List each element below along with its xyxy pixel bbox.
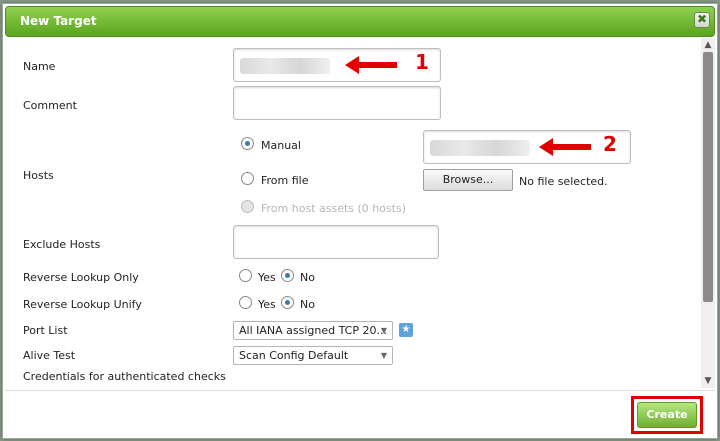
name-input[interactable] (233, 48, 441, 82)
name-label: Name (23, 60, 56, 73)
port-list-value: All IANA assigned TCP 20... (239, 324, 387, 337)
annotation-arrow-2 (539, 138, 591, 156)
dialog-content: Name 1 Comment Hosts Manual 2 From file … (5, 38, 699, 388)
chevron-down-icon: ▼ (380, 351, 387, 360)
comment-label: Comment (23, 99, 77, 112)
reverse-lookup-unify-label: Reverse Lookup Unify (23, 298, 142, 311)
dialog-title: New Target (20, 14, 97, 28)
reverse-lookup-unify-no-label: No (300, 298, 315, 311)
alive-test-label: Alive Test (23, 349, 76, 362)
redacted-name-value (240, 58, 330, 74)
close-icon[interactable]: ✖ (694, 12, 710, 28)
new-target-dialog: New Target ✖ Name 1 Comment Hosts Manual… (2, 3, 718, 439)
hosts-label: Hosts (23, 169, 54, 182)
hosts-manual-label: Manual (261, 139, 301, 152)
scroll-down-icon[interactable]: ▼ (701, 374, 715, 388)
hosts-from-assets-label: From host assets (0 hosts) (261, 202, 407, 215)
hosts-from-file-label: From file (261, 174, 309, 187)
reverse-lookup-only-yes-radio[interactable] (239, 269, 252, 282)
exclude-hosts-label: Exclude Hosts (23, 238, 101, 251)
reverse-lookup-unify-yes-label: Yes (258, 298, 276, 311)
reverse-lookup-only-label: Reverse Lookup Only (23, 271, 139, 284)
scroll-thumb[interactable] (703, 52, 713, 302)
dialog-scrollbar[interactable]: ▲ ▼ (701, 38, 715, 388)
port-list-label: Port List (23, 324, 68, 337)
chevron-down-icon: ▼ (380, 326, 387, 335)
reverse-lookup-only-yes-label: Yes (258, 271, 276, 284)
hosts-from-file-radio[interactable] (241, 172, 254, 185)
comment-input[interactable] (233, 86, 441, 120)
no-file-selected-text: No file selected. (519, 175, 608, 188)
hosts-manual-radio[interactable] (241, 137, 254, 150)
scroll-up-icon[interactable]: ▲ (701, 38, 715, 52)
reverse-lookup-only-no-radio[interactable] (281, 269, 294, 282)
dialog-titlebar[interactable]: New Target ✖ (5, 6, 715, 37)
reverse-lookup-unify-yes-radio[interactable] (239, 296, 252, 309)
alive-test-value: Scan Config Default (239, 349, 349, 362)
browse-button[interactable]: Browse... (423, 169, 513, 191)
redacted-hosts-value (430, 140, 530, 156)
annotation-arrow-1 (345, 56, 397, 74)
annotation-number-2: 2 (603, 132, 617, 156)
create-button[interactable]: Create (637, 402, 697, 428)
alive-test-select[interactable]: Scan Config Default ▼ (233, 346, 393, 365)
port-list-select[interactable]: All IANA assigned TCP 20... ▼ (233, 321, 393, 340)
reverse-lookup-only-no-label: No (300, 271, 315, 284)
hosts-from-assets-radio (241, 200, 254, 213)
reverse-lookup-unify-no-radio[interactable] (281, 296, 294, 309)
exclude-hosts-input[interactable] (233, 225, 439, 259)
annotation-number-1: 1 (415, 50, 429, 74)
credentials-label: Credentials for authenticated checks (23, 370, 226, 383)
hosts-manual-input[interactable] (423, 130, 631, 164)
new-port-list-star-icon[interactable]: ★ (399, 323, 413, 337)
footer-divider (5, 390, 715, 391)
